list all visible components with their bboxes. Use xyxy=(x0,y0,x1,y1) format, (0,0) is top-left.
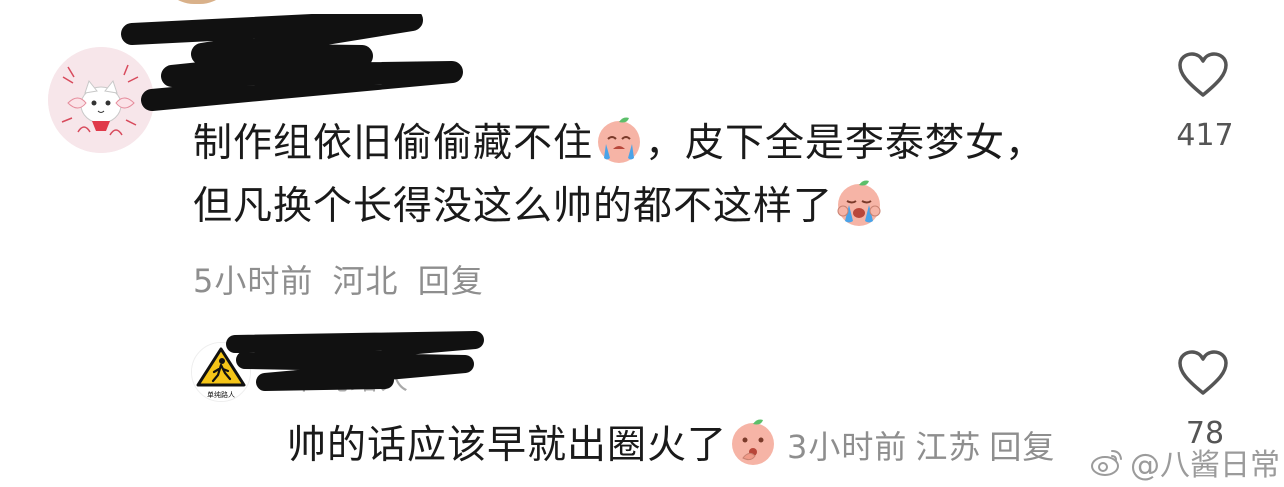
like-control[interactable]: 417 xyxy=(1155,52,1255,153)
comment-time: 5小时前 xyxy=(193,262,314,300)
comment-text: 制作组依旧偷偷藏不住 ，皮下全是李泰梦女， 但凡换个长得没这么帅的都不这样了 xyxy=(193,112,1045,238)
heart-outline-icon[interactable] xyxy=(1177,350,1229,396)
reply-button[interactable]: 回复 xyxy=(418,262,484,300)
comment-location: 江苏 xyxy=(915,428,982,466)
reply-button[interactable]: 回复 xyxy=(989,428,1055,466)
comment-location: 河北 xyxy=(332,262,399,300)
heart-outline-icon[interactable] xyxy=(1177,52,1229,98)
watermark-text: @八酱日常 xyxy=(1130,448,1280,483)
weibo-logo-icon xyxy=(1091,450,1122,476)
previous-avatar-fragment xyxy=(160,0,234,4)
comment-meta: 5小时前 河北 回复 xyxy=(193,256,484,302)
watermark: @八酱日常 xyxy=(1090,440,1280,484)
shy-peach-emoji-icon xyxy=(727,416,779,468)
sobbing-peach-emoji-icon xyxy=(833,177,885,229)
like-count: 417 xyxy=(1176,118,1234,153)
comment-text-line: 但凡换个长得没这么帅的都不这样了 xyxy=(193,184,834,229)
like-control[interactable]: 78 xyxy=(1155,350,1255,451)
redaction-scribble xyxy=(121,14,463,111)
comment-text-line: 制作组依旧偷偷藏不住 xyxy=(193,121,594,166)
comment-time: 3小时前 xyxy=(787,428,908,466)
crying-peach-emoji-icon xyxy=(593,114,645,166)
redaction-scribble xyxy=(226,331,484,391)
reply-comment-text: 帅的话应该早就出圈火了 3小时前 江苏 回复 xyxy=(287,414,1055,470)
comment-text-line: 帅的话应该早就出圈火了 xyxy=(287,423,728,468)
comment-text-line: ，皮下全是李泰梦女， xyxy=(645,121,1046,166)
